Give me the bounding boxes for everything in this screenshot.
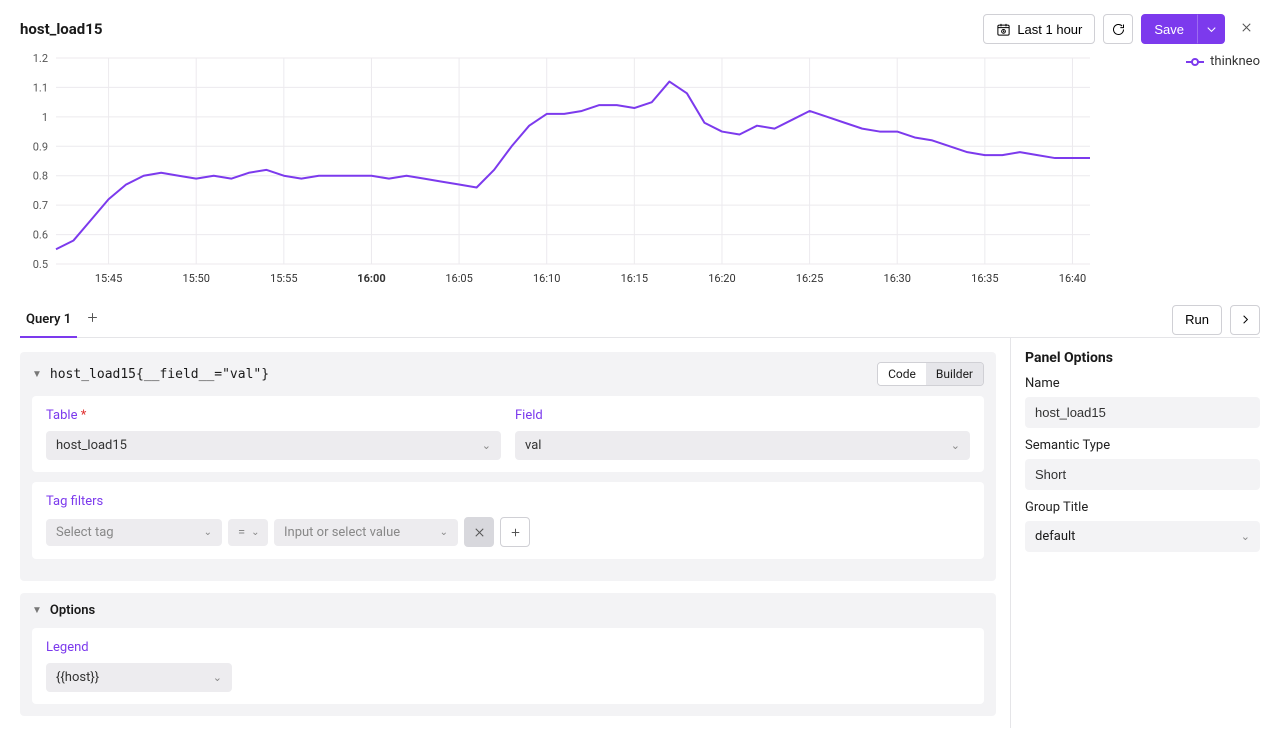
svg-text:16:00: 16:00: [357, 272, 385, 285]
toggle-builder[interactable]: Builder: [926, 363, 983, 385]
svg-text:0.5: 0.5: [33, 258, 48, 271]
name-label: Name: [1025, 376, 1260, 391]
tag-placeholder: Select tag: [56, 525, 114, 540]
page-title: host_load15: [20, 20, 102, 38]
operator-value: =: [238, 525, 245, 540]
legend-swatch-icon: [1186, 57, 1204, 67]
save-menu-button[interactable]: [1197, 14, 1225, 44]
group-label: Group Title: [1025, 500, 1260, 515]
field-label: Field: [515, 408, 970, 423]
table-value: host_load15: [56, 438, 127, 453]
chevron-down-icon: ⌄: [951, 439, 960, 452]
table-select[interactable]: host_load15 ⌄: [46, 431, 501, 460]
svg-text:0.6: 0.6: [33, 229, 48, 242]
svg-text:1.2: 1.2: [33, 52, 48, 65]
field-select[interactable]: val ⌄: [515, 431, 970, 460]
code-builder-toggle[interactable]: Code Builder: [877, 362, 984, 386]
collapse-icon[interactable]: ▼: [32, 605, 42, 616]
clock-icon: [996, 22, 1011, 37]
query-summary: host_load15{__field__="val"}: [50, 367, 269, 382]
svg-text:0.9: 0.9: [33, 140, 48, 153]
svg-text:16:30: 16:30: [884, 272, 911, 285]
table-label: Table *: [46, 408, 501, 423]
chevron-down-icon: ⌄: [1241, 530, 1250, 543]
refresh-icon: [1111, 22, 1126, 37]
group-value: default: [1035, 529, 1075, 544]
legend-series-label: thinkneo: [1210, 54, 1260, 69]
svg-text:15:45: 15:45: [95, 272, 122, 285]
svg-text:15:50: 15:50: [183, 272, 210, 285]
plus-icon: [85, 310, 100, 325]
remove-filter-button[interactable]: [464, 517, 494, 547]
chevron-down-icon: ⌄: [213, 671, 222, 684]
svg-text:16:10: 16:10: [533, 272, 560, 285]
refresh-button[interactable]: [1103, 14, 1133, 44]
tagfilters-label: Tag filters: [46, 494, 970, 509]
save-button[interactable]: Save: [1141, 14, 1197, 44]
tag-select[interactable]: Select tag⌄: [46, 519, 222, 546]
run-button[interactable]: Run: [1172, 305, 1222, 335]
svg-text:16:25: 16:25: [796, 272, 823, 285]
add-filter-button[interactable]: [500, 517, 530, 547]
svg-text:16:35: 16:35: [971, 272, 998, 285]
operator-select[interactable]: =⌄: [228, 519, 268, 546]
chevron-down-icon: ⌄: [482, 439, 491, 452]
semtype-label: Semantic Type: [1025, 438, 1260, 453]
group-select[interactable]: default ⌄: [1025, 521, 1260, 552]
semtype-input[interactable]: [1025, 459, 1260, 490]
svg-text:16:20: 16:20: [708, 272, 735, 285]
tag-value-input[interactable]: Input or select value⌄: [274, 519, 458, 546]
chevron-right-icon: [1238, 312, 1253, 327]
toggle-code[interactable]: Code: [878, 363, 926, 385]
svg-text:0.8: 0.8: [33, 170, 48, 183]
options-heading: Options: [50, 603, 95, 618]
close-button[interactable]: [1233, 16, 1260, 43]
tag-value-placeholder: Input or select value: [284, 525, 400, 540]
close-icon: [1239, 20, 1254, 35]
timepicker-button[interactable]: Last 1 hour: [983, 14, 1095, 44]
svg-text:16:15: 16:15: [621, 272, 648, 285]
chevron-down-icon: [1204, 22, 1219, 37]
next-button[interactable]: [1230, 305, 1260, 335]
add-query-button[interactable]: [77, 304, 108, 335]
svg-text:15:55: 15:55: [270, 272, 297, 285]
collapse-icon[interactable]: ▼: [32, 369, 42, 380]
legend-value: {{host}}: [56, 670, 99, 685]
panel-options-heading: Panel Options: [1025, 350, 1260, 366]
svg-text:16:40: 16:40: [1059, 272, 1086, 285]
svg-text:1: 1: [42, 111, 48, 124]
close-icon: [472, 525, 487, 540]
svg-text:1.1: 1.1: [33, 81, 48, 94]
plus-icon: [508, 525, 523, 540]
timepicker-label: Last 1 hour: [1017, 22, 1082, 37]
field-value: val: [525, 438, 541, 453]
legend-select[interactable]: {{host}} ⌄: [46, 663, 232, 692]
line-chart: 0.5 0.6 0.7 0.8 0.9 1 1.1 1.2 15:45 15:50 15:55 16:…: [20, 52, 1260, 292]
svg-text:0.7: 0.7: [33, 199, 48, 212]
tab-query-1[interactable]: Query 1: [20, 302, 77, 337]
chart-legend[interactable]: thinkneo: [1186, 54, 1260, 69]
name-input[interactable]: [1025, 397, 1260, 428]
legend-label: Legend: [46, 640, 970, 655]
svg-text:16:05: 16:05: [445, 272, 472, 285]
